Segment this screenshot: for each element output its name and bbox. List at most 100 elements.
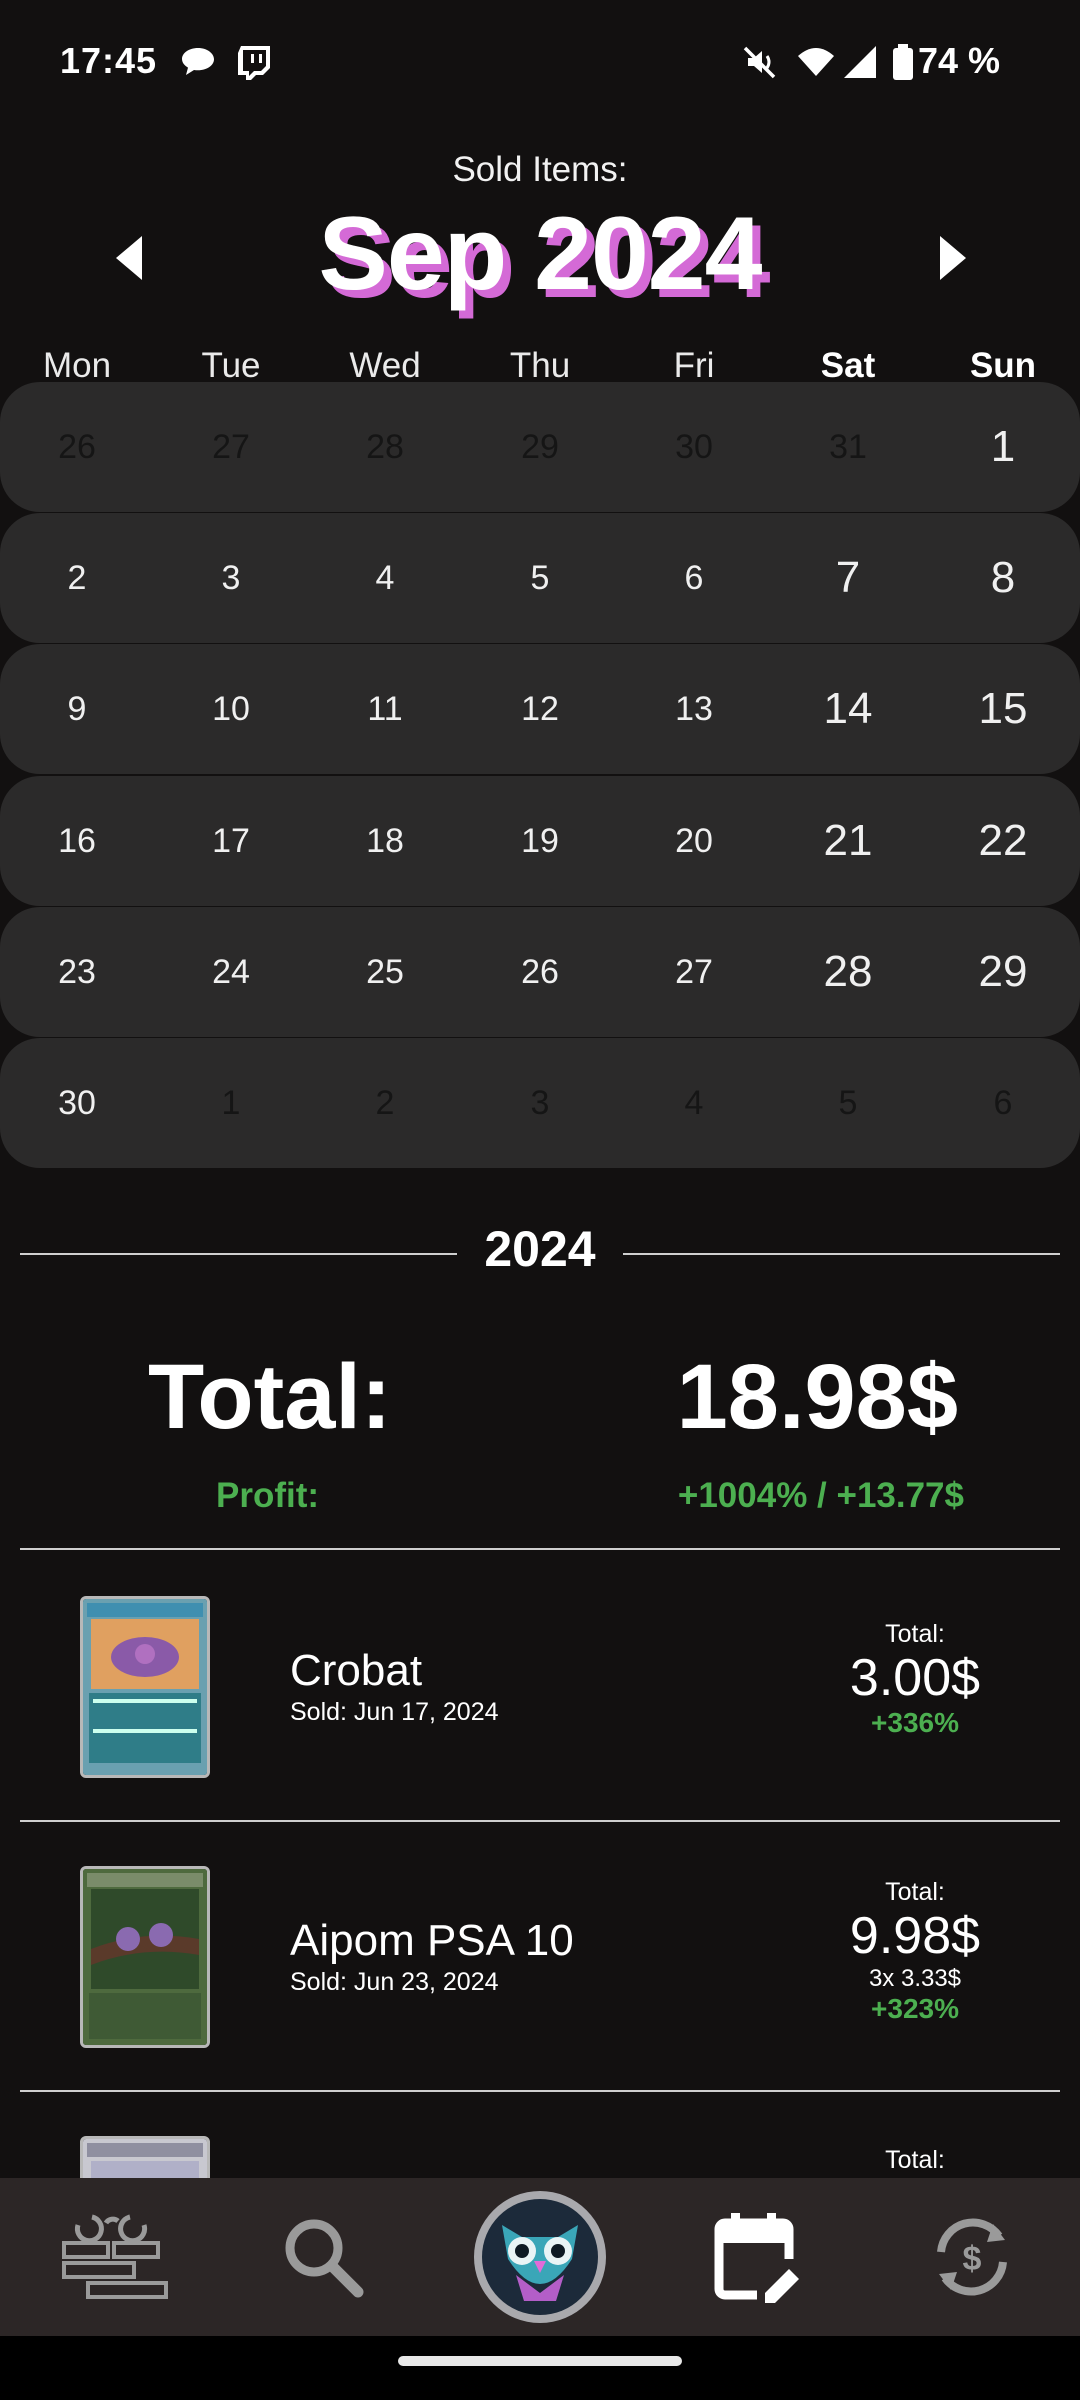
calendar-day[interactable]: 29	[463, 382, 617, 512]
calendar-day[interactable]: 9	[0, 644, 154, 774]
calendar-day[interactable]: 20	[617, 776, 771, 906]
profit-value: +1004% / +13.77$	[677, 1476, 964, 1515]
bottom-navigation: $	[0, 2178, 1080, 2336]
calendar-day[interactable]: 18	[308, 776, 462, 906]
total-label: Total:	[148, 1346, 392, 1448]
calendar-day[interactable]: 8	[926, 513, 1080, 643]
divider	[623, 1253, 1060, 1255]
month-title: Sep 2024	[318, 196, 763, 312]
calendar-day[interactable]: 1	[926, 382, 1080, 512]
collection-icon	[62, 2214, 168, 2299]
calendar-day[interactable]: 30	[617, 382, 771, 512]
calendar-day[interactable]: 25	[308, 907, 462, 1037]
calendar-day[interactable]: 30	[0, 1038, 154, 1168]
item-total-value: 9.98$	[849, 1907, 981, 1965]
weekday-label: Sat	[820, 346, 876, 385]
page-subtitle: Sold Items:	[452, 150, 628, 189]
twitch-icon	[238, 46, 270, 80]
calendar-day[interactable]: 27	[617, 907, 771, 1037]
wifi-icon	[798, 48, 834, 76]
calendar-day[interactable]: 5	[771, 1038, 925, 1168]
gesture-handle[interactable]	[398, 2356, 682, 2366]
calendar-day[interactable]: 21	[771, 776, 925, 906]
nav-search-button[interactable]	[243, 2178, 403, 2336]
item-total-label: Total:	[885, 1878, 945, 1906]
card-thumbnail	[80, 1596, 210, 1778]
signal-icon	[844, 46, 876, 78]
nav-trade-button[interactable]: $	[892, 2178, 1052, 2336]
weekday-label: Tue	[201, 346, 261, 385]
sold-item-row[interactable]: Aipom PSA 10 Sold: Jun 23, 2024 Total: 9…	[0, 1820, 1080, 2090]
card-thumbnail	[80, 2136, 210, 2178]
calendar-day[interactable]: 4	[617, 1038, 771, 1168]
nav-calendar-button[interactable]	[677, 2178, 837, 2336]
calendar-day[interactable]: 14	[771, 644, 925, 774]
calendar-edit-icon	[714, 2213, 805, 2305]
calendar-day[interactable]: 3	[154, 513, 308, 643]
weekday-label: Mon	[42, 346, 112, 385]
item-sold-date: Sold: Jun 17, 2024	[290, 1698, 499, 1726]
calendar-day[interactable]: 3	[463, 1038, 617, 1168]
nav-collection-button[interactable]	[28, 2178, 188, 2336]
year-label: 2024	[484, 1221, 596, 1277]
calendar-day[interactable]: 27	[154, 382, 308, 512]
vibrate-mute-icon	[743, 46, 776, 79]
calendar-week-row: 9 10 11 12 13 14 15	[0, 644, 1080, 774]
calendar-day[interactable]: 31	[771, 382, 925, 512]
calendar-day[interactable]: 23	[0, 907, 154, 1037]
total-value: 18.98$	[676, 1346, 958, 1448]
calendar-day[interactable]: 26	[463, 907, 617, 1037]
item-total-block: Total:	[780, 2146, 1050, 2175]
item-profit-percent: +336%	[871, 1707, 959, 1738]
calendar-day[interactable]: 24	[154, 907, 308, 1037]
status-bar: 17:45 74 %	[0, 0, 1080, 126]
calendar-day[interactable]: 12	[463, 644, 617, 774]
calendar-day[interactable]: 17	[154, 776, 308, 906]
weekday-label: Thu	[509, 346, 571, 385]
item-total-label: Total:	[885, 1620, 945, 1648]
currency-sync-icon: $	[937, 2218, 1007, 2296]
calendar-week-row: 30 1 2 3 4 5 6	[0, 1038, 1080, 1168]
calendar-week-row: 2345678	[0, 513, 1080, 643]
battery-icon	[893, 44, 913, 80]
item-sold-date: Sold: Jun 23, 2024	[290, 1968, 499, 1996]
calendar-day[interactable]: 7	[771, 513, 925, 643]
calendar-week-row: 16 17 18 19 20 21 22	[0, 776, 1080, 906]
calendar-day[interactable]: 26	[0, 382, 154, 512]
calendar-day[interactable]: 2	[308, 1038, 462, 1168]
calendar-day[interactable]: 19	[463, 776, 617, 906]
calendar-day[interactable]: 16	[0, 776, 154, 906]
owl-logo	[474, 2191, 606, 2323]
battery-percent: 74 %	[917, 40, 1000, 81]
calendar-day[interactable]: 5	[463, 513, 617, 643]
chat-bubble-icon	[182, 48, 214, 75]
item-total-value: 3.00$	[849, 1649, 981, 1707]
calendar-day[interactable]: 28	[308, 382, 462, 512]
item-quantity-price: 3x 3.33$	[868, 1965, 962, 1992]
calendar-day[interactable]: 1	[154, 1038, 308, 1168]
calendar-day[interactable]: 2	[0, 513, 154, 643]
calendar-day[interactable]: 15	[926, 644, 1080, 774]
svg-text:$: $	[963, 2240, 982, 2278]
calendar-day[interactable]: 4	[308, 513, 462, 643]
calendar-day[interactable]: 13	[617, 644, 771, 774]
gesture-area	[0, 2336, 1080, 2400]
calendar-day[interactable]: 6	[617, 513, 771, 643]
sold-item-row[interactable]: Crobat Sold: Jun 17, 2024 Total: 3.00$ +…	[0, 1550, 1080, 1820]
weekday-label: Fri	[673, 346, 715, 385]
item-name: Crobat	[290, 1646, 423, 1695]
sold-item-row[interactable]: Total:	[0, 2090, 1080, 2178]
weekday-label: Wed	[349, 346, 421, 385]
search-icon	[285, 2219, 364, 2298]
calendar-day[interactable]: 6	[926, 1038, 1080, 1168]
calendar-day[interactable]: 29	[926, 907, 1080, 1037]
weekday-label: Sun	[969, 346, 1037, 385]
calendar-day[interactable]: 10	[154, 644, 308, 774]
calendar-day[interactable]: 22	[926, 776, 1080, 906]
nav-home-button[interactable]	[460, 2178, 620, 2336]
calendar-week-row: 26 27 28 29 30 31 1	[0, 382, 1080, 512]
card-thumbnail	[80, 1866, 210, 2048]
calendar-day[interactable]: 28	[771, 907, 925, 1037]
calendar-day[interactable]: 11	[308, 644, 462, 774]
next-month-button[interactable]	[940, 236, 966, 280]
